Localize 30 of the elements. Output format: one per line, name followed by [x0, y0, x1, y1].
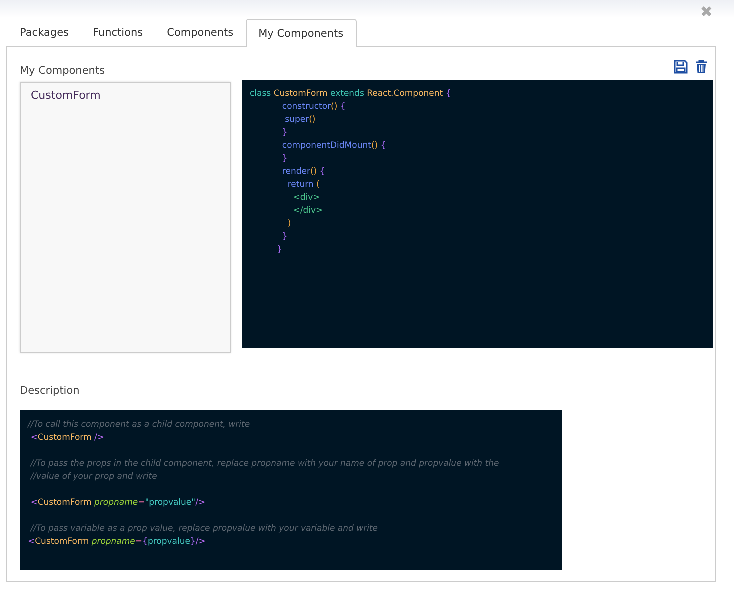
code-line: <div>	[292, 192, 322, 205]
tab[interactable]: My Components	[246, 19, 357, 47]
code-line: }	[281, 127, 289, 140]
tab[interactable]: Packages	[8, 18, 81, 46]
code-line: <CustomForm propname="propvalue"/>	[30, 497, 207, 510]
tab[interactable]: Components	[155, 18, 246, 46]
code-line: //value of your prop and write	[29, 471, 158, 484]
section-title: My Components	[20, 65, 106, 77]
code-line: render() {	[281, 166, 326, 179]
code-line: class CustomForm extends React.Component {	[250, 88, 452, 101]
code-line: //To pass variable as a prop value, replace propvalue with your variable and write	[29, 523, 379, 536]
code-line: <CustomForm />	[30, 432, 106, 445]
code-line: super()	[284, 114, 317, 127]
code-editor[interactable]: class CustomForm extends React.Component { constructor() { super() } componentDidMount() { } render() { return ( <div> </div> ) } }	[242, 80, 713, 348]
code-line: constructor() {	[281, 101, 347, 114]
code-line: //To pass the props in the child component, replace propname with your name of prop and propvalue with the	[29, 458, 500, 471]
code-line: }	[281, 153, 289, 166]
description-title: Description	[20, 385, 81, 397]
code-line: <CustomForm propname={propvalue}/>	[28, 536, 207, 549]
code-line: )	[286, 218, 292, 231]
code-line: }	[281, 231, 289, 244]
tab[interactable]: Functions	[81, 18, 156, 46]
code-line: return (	[286, 179, 321, 192]
component-item[interactable]: CustomForm	[21, 89, 111, 102]
trash-icon[interactable]	[695, 60, 708, 74]
code-line: </div>	[292, 205, 324, 218]
code-line: }	[276, 244, 284, 257]
save-icon[interactable]	[674, 60, 688, 74]
code-line: //To call this component as a child component, write	[28, 419, 252, 432]
code-line: componentDidMount() {	[281, 140, 388, 153]
